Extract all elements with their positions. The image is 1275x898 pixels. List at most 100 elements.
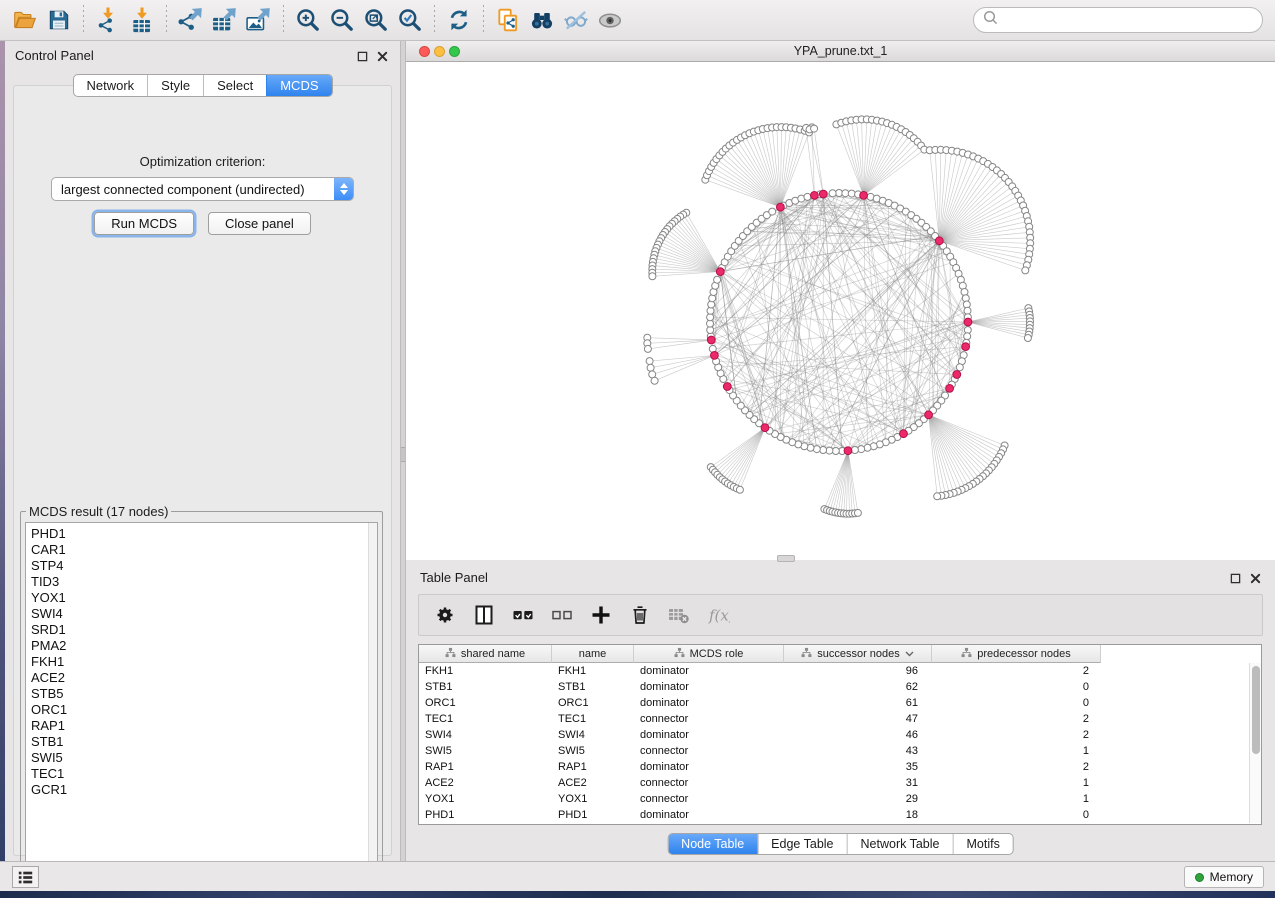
cell-predecessor_nodes[interactable]: 0 <box>932 695 1101 711</box>
network-node[interactable] <box>649 273 656 280</box>
network-node[interactable] <box>854 509 861 516</box>
network-node[interactable] <box>829 190 836 197</box>
network-node[interactable] <box>1022 267 1029 274</box>
float-panel-icon[interactable] <box>357 49 370 62</box>
mcds-node[interactable] <box>777 203 785 211</box>
mcds-node[interactable] <box>761 424 769 432</box>
mcds-result-item[interactable]: ACE2 <box>31 670 377 686</box>
tab-network[interactable]: Network <box>73 75 147 96</box>
close-table-panel-icon[interactable] <box>1250 571 1263 584</box>
cell-predecessor_nodes[interactable]: 1 <box>932 791 1101 807</box>
mcds-result-item[interactable]: PMA2 <box>31 638 377 654</box>
float-table-panel-icon[interactable] <box>1230 571 1243 584</box>
mcds-node[interactable] <box>925 411 933 419</box>
mcds-result-item[interactable]: SWI4 <box>31 606 377 622</box>
search-input[interactable] <box>999 10 1262 30</box>
mcds-node[interactable] <box>962 343 970 351</box>
mcds-node[interactable] <box>811 192 819 200</box>
cell-shared_name[interactable]: YOX1 <box>419 791 552 807</box>
cell-predecessor_nodes[interactable]: 1 <box>932 743 1101 759</box>
table-row[interactable]: TEC1TEC1connector472 <box>419 711 1261 727</box>
network-graph[interactable] <box>406 62 1275 560</box>
mcds-node[interactable] <box>946 385 954 393</box>
mcds-node[interactable] <box>953 371 961 379</box>
cell-mcds_role[interactable]: connector <box>634 743 784 759</box>
mcds-result-item[interactable]: YOX1 <box>31 590 377 606</box>
column-header-predecessor-nodes[interactable]: predecessor nodes <box>932 645 1101 663</box>
mcds-result-item[interactable]: STB5 <box>31 686 377 702</box>
save-session-icon[interactable] <box>45 6 74 35</box>
mcds-node[interactable] <box>964 318 972 326</box>
network-node[interactable] <box>964 333 971 340</box>
cell-name[interactable]: PHD1 <box>552 807 634 823</box>
cell-name[interactable]: STB1 <box>552 679 634 695</box>
column-header-shared-name[interactable]: shared name <box>419 645 552 663</box>
table-row[interactable]: RAP1RAP1dominator352 <box>419 759 1261 775</box>
network-node[interactable] <box>647 364 654 371</box>
mcds-result-item[interactable]: PHD1 <box>31 526 377 542</box>
mcds-result-item[interactable]: GCR1 <box>31 782 377 798</box>
mcds-result-item[interactable]: STB1 <box>31 734 377 750</box>
cell-name[interactable]: FKH1 <box>552 663 634 679</box>
select-all-columns-icon[interactable] <box>510 602 536 628</box>
network-node[interactable] <box>851 447 858 454</box>
mcds-result-item[interactable]: RAP1 <box>31 718 377 734</box>
table-row[interactable]: PHD1PHD1dominator180 <box>419 807 1261 823</box>
mcds-node[interactable] <box>711 352 719 360</box>
table-row[interactable]: FKH1FKH1dominator962 <box>419 663 1261 679</box>
mcds-result-item[interactable]: ORC1 <box>31 702 377 718</box>
cell-mcds_role[interactable]: dominator <box>634 759 784 775</box>
network-node[interactable] <box>804 193 811 200</box>
network-node[interactable] <box>714 276 721 283</box>
cell-mcds_role[interactable]: dominator <box>634 807 784 823</box>
network-node[interactable] <box>934 493 941 500</box>
tab-select[interactable]: Select <box>203 75 266 96</box>
mcds-node[interactable] <box>723 383 731 391</box>
cell-predecessor_nodes[interactable]: 2 <box>932 759 1101 775</box>
cell-name[interactable]: RAP1 <box>552 759 634 775</box>
import-table-icon[interactable] <box>128 6 157 35</box>
criterion-select[interactable]: largest connected component (undirected) <box>51 177 354 201</box>
settings-gear-icon[interactable] <box>432 602 458 628</box>
table-scrollbar[interactable] <box>1249 663 1261 823</box>
deselect-all-columns-icon[interactable] <box>549 602 575 628</box>
delete-column-icon[interactable] <box>627 602 653 628</box>
tab-style[interactable]: Style <box>147 75 203 96</box>
copy-share-icon[interactable] <box>494 6 523 35</box>
cell-shared_name[interactable]: RAP1 <box>419 759 552 775</box>
cell-successor_nodes[interactable]: 61 <box>784 695 932 711</box>
network-node[interactable] <box>956 364 963 371</box>
close-panel-button[interactable]: Close panel <box>208 212 311 235</box>
export-image-icon[interactable] <box>245 6 274 35</box>
tab-motifs[interactable]: Motifs <box>952 834 1012 854</box>
splitter-grip[interactable] <box>401 447 405 462</box>
close-panel-icon[interactable] <box>377 49 390 62</box>
cell-predecessor_nodes[interactable]: 0 <box>932 807 1101 823</box>
column-header-successor-nodes[interactable]: successor nodes <box>784 645 932 663</box>
cell-name[interactable]: TEC1 <box>552 711 634 727</box>
network-node[interactable] <box>769 208 776 215</box>
export-table-icon[interactable] <box>211 6 240 35</box>
table-row[interactable]: ACE2ACE2connector311 <box>419 775 1261 791</box>
cell-mcds_role[interactable]: dominator <box>634 695 784 711</box>
cell-shared_name[interactable]: FKH1 <box>419 663 552 679</box>
run-mcds-button[interactable]: Run MCDS <box>94 212 194 235</box>
search-field[interactable] <box>973 7 1263 33</box>
mcds-node[interactable] <box>707 336 715 344</box>
column-header-name[interactable]: name <box>552 645 634 663</box>
cell-successor_nodes[interactable]: 29 <box>784 791 932 807</box>
binoculars-icon[interactable] <box>528 6 557 35</box>
cell-shared_name[interactable]: SWI5 <box>419 743 552 759</box>
import-network-icon[interactable] <box>94 6 123 35</box>
cell-shared_name[interactable]: STB1 <box>419 679 552 695</box>
refresh-view-icon[interactable] <box>445 6 474 35</box>
mcds-result-item[interactable]: SRD1 <box>31 622 377 638</box>
network-canvas[interactable] <box>406 62 1275 560</box>
table-row[interactable]: YOX1YOX1connector291 <box>419 791 1261 807</box>
table-row[interactable]: SWI4SWI4dominator462 <box>419 727 1261 743</box>
network-node[interactable] <box>1024 335 1031 342</box>
network-node[interactable] <box>811 125 818 132</box>
network-node[interactable] <box>864 444 871 451</box>
cell-successor_nodes[interactable]: 47 <box>784 711 932 727</box>
cell-shared_name[interactable]: SWI4 <box>419 727 552 743</box>
